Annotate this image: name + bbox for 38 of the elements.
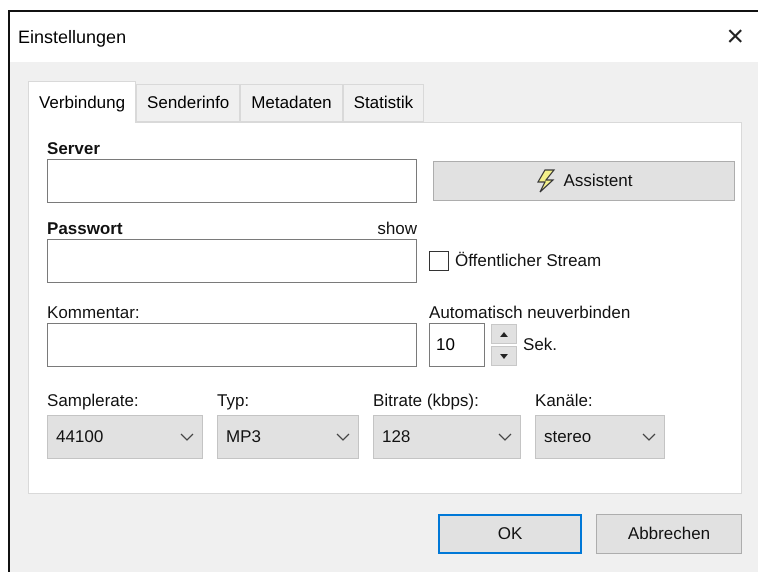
dropdown[interactable]: 44100 xyxy=(47,415,203,459)
ok-button[interactable]: OK xyxy=(438,514,582,554)
field-label: Passwort xyxy=(47,219,123,239)
field-label: Kommentar: xyxy=(47,303,140,323)
chevron-down-icon xyxy=(498,433,512,441)
dropdown[interactable]: MP3 xyxy=(217,415,359,459)
field-label: Automatisch neuverbinden xyxy=(429,303,630,323)
field-label: Samplerate: xyxy=(47,391,140,411)
tab[interactable]: Statistik xyxy=(342,84,424,122)
field-label: Kanäle: xyxy=(535,391,594,411)
unit-label: Sek. xyxy=(523,335,558,355)
reconnect-field[interactable]: 10 xyxy=(429,323,485,367)
chevron-down-icon xyxy=(180,433,194,441)
checkbox-label: Öffentlicher Stream xyxy=(455,251,602,271)
password-field[interactable] xyxy=(47,239,417,283)
field-label: Server xyxy=(47,139,100,159)
up-arrow-icon xyxy=(500,332,508,336)
field-label: Typ: xyxy=(217,391,250,411)
tab[interactable]: Senderinfo xyxy=(136,84,240,122)
lightning-icon xyxy=(536,169,556,193)
close-button[interactable]: × xyxy=(722,22,748,52)
tab[interactable]: Metadaten xyxy=(240,84,343,122)
window-title: Einstellungen xyxy=(18,26,126,48)
cancel-button[interactable]: Abbrechen xyxy=(596,514,742,554)
server-field[interactable] xyxy=(47,159,417,203)
spin-up-button[interactable] xyxy=(491,324,517,344)
dropdown[interactable]: stereo xyxy=(535,415,665,459)
assistant-button[interactable]: Assistent xyxy=(433,161,735,201)
checkbox[interactable] xyxy=(429,251,449,271)
spin-down-button[interactable] xyxy=(491,346,517,366)
show-link[interactable]: show xyxy=(377,219,417,239)
dropdown[interactable]: 128 xyxy=(373,415,521,459)
comment-field[interactable] xyxy=(47,323,417,367)
field-label: Bitrate (kbps): xyxy=(373,391,480,411)
chevron-down-icon xyxy=(336,433,350,441)
chevron-down-icon xyxy=(642,433,656,441)
tab[interactable]: Verbindung xyxy=(28,81,136,123)
down-arrow-icon xyxy=(500,354,508,358)
